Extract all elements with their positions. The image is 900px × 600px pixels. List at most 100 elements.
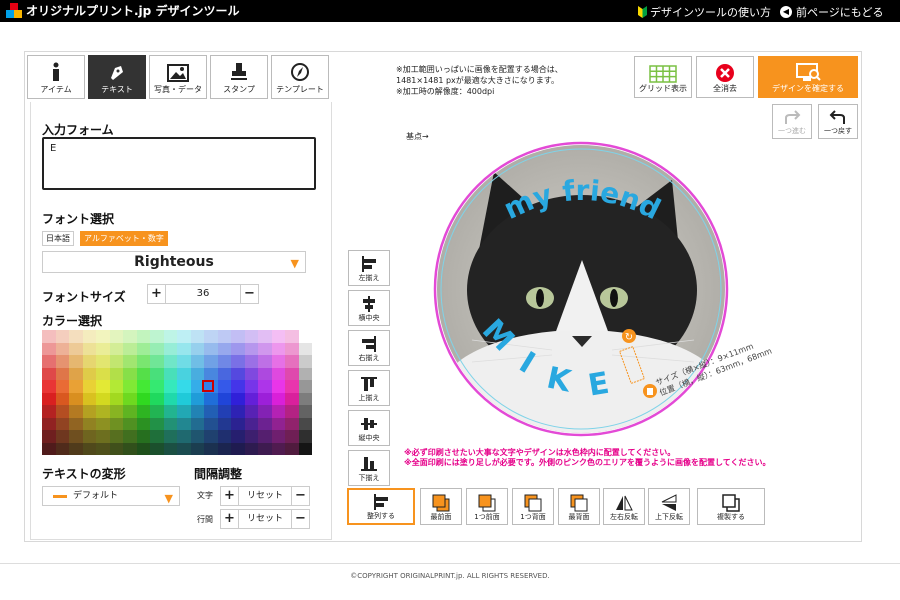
color-swatch[interactable] <box>150 417 164 430</box>
color-swatch[interactable] <box>244 330 258 343</box>
color-swatch[interactable] <box>204 417 218 430</box>
color-swatch[interactable] <box>55 342 69 355</box>
color-swatch[interactable] <box>217 380 231 393</box>
color-swatch[interactable] <box>55 405 69 418</box>
color-swatch[interactable] <box>231 442 245 455</box>
color-swatch[interactable] <box>258 380 272 393</box>
color-swatch[interactable] <box>136 405 150 418</box>
color-swatch[interactable] <box>298 355 312 368</box>
tab-stamp[interactable]: スタンプ <box>210 55 268 99</box>
text-input[interactable]: E <box>42 137 316 190</box>
color-swatch[interactable] <box>42 417 56 430</box>
color-swatch[interactable] <box>217 442 231 455</box>
color-swatch[interactable] <box>109 367 123 380</box>
align-left-button[interactable]: 左揃え <box>348 250 390 286</box>
color-swatch[interactable] <box>42 367 56 380</box>
color-palette[interactable] <box>42 330 312 455</box>
back-link[interactable]: ◀ 前ページにもどる <box>780 4 884 20</box>
align-top-button[interactable]: 上揃え <box>348 370 390 406</box>
color-swatch[interactable] <box>258 367 272 380</box>
color-swatch[interactable] <box>285 342 299 355</box>
tab-photo[interactable]: 写真・データ <box>149 55 207 99</box>
color-swatch[interactable] <box>244 442 258 455</box>
color-swatch[interactable] <box>177 342 191 355</box>
color-swatch[interactable] <box>217 355 231 368</box>
color-swatch[interactable] <box>55 417 69 430</box>
duplicate-button[interactable]: 複製する <box>697 488 765 525</box>
tab-text[interactable]: テキスト <box>88 55 146 99</box>
color-swatch[interactable] <box>244 380 258 393</box>
color-swatch[interactable] <box>150 430 164 443</box>
color-swatch[interactable] <box>136 380 150 393</box>
color-swatch[interactable] <box>55 430 69 443</box>
flip-vertical-button[interactable]: 上下反転 <box>648 488 690 525</box>
grid-toggle-button[interactable]: グリッド表示 <box>634 56 692 98</box>
color-swatch[interactable] <box>82 330 96 343</box>
color-swatch[interactable] <box>123 442 137 455</box>
color-swatch[interactable] <box>298 392 312 405</box>
color-swatch[interactable] <box>55 442 69 455</box>
color-swatch[interactable] <box>244 405 258 418</box>
color-swatch[interactable] <box>204 330 218 343</box>
char-spacing-reset-button[interactable]: リセット <box>239 487 291 505</box>
color-swatch[interactable] <box>177 405 191 418</box>
color-swatch[interactable] <box>244 417 258 430</box>
font-tab-alphanumeric[interactable]: アルファベット・数字 <box>80 231 168 246</box>
color-swatch[interactable] <box>258 342 272 355</box>
color-swatch[interactable] <box>190 442 204 455</box>
text-transform-dropdown[interactable]: デフォルト ▼ <box>42 486 180 506</box>
color-swatch[interactable] <box>177 417 191 430</box>
color-swatch[interactable] <box>258 405 272 418</box>
color-swatch[interactable] <box>42 342 56 355</box>
color-swatch[interactable] <box>190 330 204 343</box>
color-swatch[interactable] <box>150 367 164 380</box>
font-size-value[interactable]: 36 <box>166 285 240 303</box>
color-swatch[interactable] <box>109 442 123 455</box>
tab-template[interactable]: テンプレート <box>271 55 329 99</box>
color-swatch[interactable] <box>109 405 123 418</box>
color-swatch[interactable] <box>231 380 245 393</box>
color-swatch[interactable] <box>298 342 312 355</box>
color-swatch[interactable] <box>298 330 312 343</box>
arrange-button[interactable]: 整列する <box>347 488 415 525</box>
redo-button[interactable]: 一つ進む <box>772 104 812 139</box>
color-swatch[interactable] <box>285 417 299 430</box>
confirm-design-button[interactable]: デザインを確定する <box>758 56 858 98</box>
color-swatch[interactable] <box>55 380 69 393</box>
color-swatch[interactable] <box>217 342 231 355</box>
color-swatch[interactable] <box>244 367 258 380</box>
flip-horizontal-button[interactable]: 左右反転 <box>603 488 645 525</box>
color-swatch[interactable] <box>258 417 272 430</box>
line-spacing-decrease-button[interactable]: − <box>291 510 309 528</box>
color-swatch[interactable] <box>190 392 204 405</box>
color-swatch[interactable] <box>150 330 164 343</box>
color-swatch[interactable] <box>82 442 96 455</box>
color-swatch[interactable] <box>204 355 218 368</box>
color-swatch[interactable] <box>190 430 204 443</box>
color-swatch[interactable] <box>96 355 110 368</box>
color-swatch[interactable] <box>123 367 137 380</box>
color-swatch[interactable] <box>69 417 83 430</box>
color-swatch[interactable] <box>244 342 258 355</box>
color-swatch[interactable] <box>258 442 272 455</box>
color-swatch[interactable] <box>82 367 96 380</box>
color-swatch[interactable] <box>163 355 177 368</box>
color-swatch[interactable] <box>123 430 137 443</box>
color-swatch[interactable] <box>42 355 56 368</box>
color-swatch[interactable] <box>69 442 83 455</box>
color-swatch[interactable] <box>231 405 245 418</box>
color-swatch[interactable] <box>258 355 272 368</box>
color-swatch[interactable] <box>150 405 164 418</box>
color-swatch[interactable] <box>285 355 299 368</box>
color-swatch[interactable] <box>96 405 110 418</box>
color-swatch[interactable] <box>298 367 312 380</box>
color-swatch[interactable] <box>258 392 272 405</box>
color-swatch[interactable] <box>271 330 285 343</box>
color-swatch[interactable] <box>204 392 218 405</box>
color-swatch[interactable] <box>82 392 96 405</box>
color-swatch[interactable] <box>217 330 231 343</box>
color-swatch[interactable] <box>123 355 137 368</box>
color-swatch[interactable] <box>123 392 137 405</box>
color-swatch[interactable] <box>271 380 285 393</box>
color-swatch[interactable] <box>177 380 191 393</box>
